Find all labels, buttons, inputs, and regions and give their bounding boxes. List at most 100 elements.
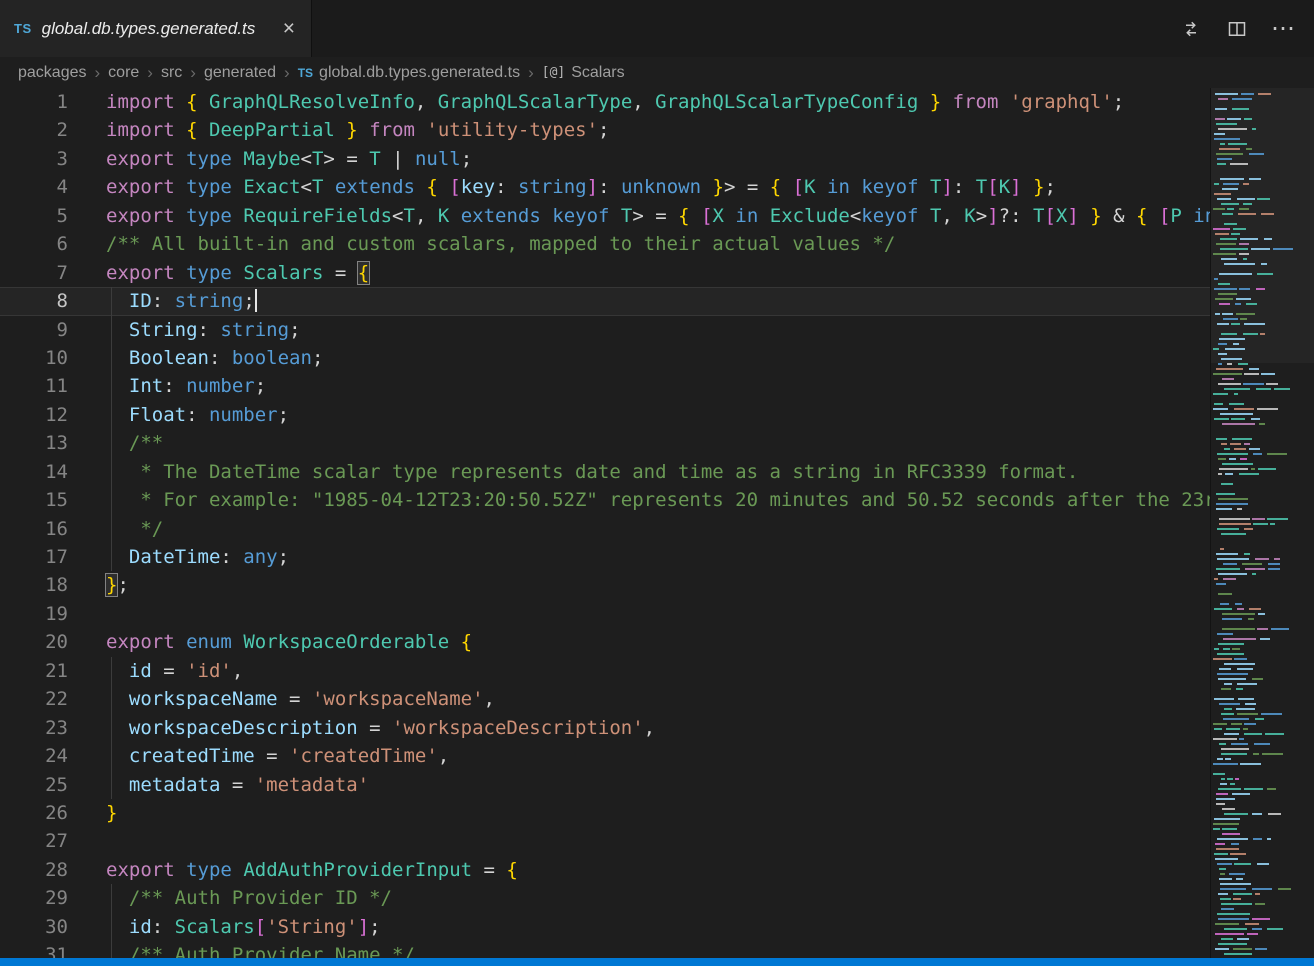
line-number[interactable]: 17 [0,543,68,571]
line-number[interactable]: 4 [0,173,68,201]
code-line[interactable]: 24 createdTime = 'createdTime', [0,742,1210,770]
breadcrumb-item-generated[interactable]: generated [204,64,276,82]
code-line[interactable]: 18}; [0,571,1210,599]
breadcrumb-label: generated [204,64,276,82]
code-line[interactable]: 6/** All built-in and custom scalars, ma… [0,230,1210,258]
code-token: extends [335,176,415,198]
code-line[interactable]: 7export type Scalars = { [0,259,1210,287]
code-token: export [106,859,175,881]
line-number[interactable]: 21 [0,657,68,685]
code-token: DateTime [129,546,221,568]
code-line[interactable]: 5export type RequireFields<T, K extends … [0,202,1210,230]
line-number[interactable]: 19 [0,600,68,628]
code-token: * For example: "1985-04-12T23:20:50.52Z"… [106,489,1210,511]
code-token: = [735,176,769,198]
line-number[interactable]: 22 [0,685,68,713]
code-line[interactable]: 31 /** Auth Provider Name */ [0,941,1210,958]
code-line[interactable]: 20export enum WorkspaceOrderable { [0,628,1210,656]
line-number[interactable]: 14 [0,458,68,486]
code-line[interactable]: 19 [0,600,1210,628]
code-token: K [438,205,449,227]
code-token: { [1136,205,1147,227]
code-line[interactable]: 27 [0,827,1210,855]
breadcrumb-item-src[interactable]: src [161,64,182,82]
code-token [106,916,129,938]
line-number[interactable]: 31 [0,941,68,958]
line-number[interactable]: 8 [0,287,68,315]
line-number[interactable]: 15 [0,486,68,514]
code-line[interactable]: 2import { DeepPartial } from 'utility-ty… [0,116,1210,144]
line-number[interactable]: 3 [0,145,68,173]
breadcrumb-item-global-db-types-generated-ts[interactable]: TSglobal.db.types.generated.ts [298,64,520,82]
code-token: { [678,205,689,227]
tab-global-db-types-generated-ts[interactable]: TS global.db.types.generated.ts × [0,0,312,57]
code-line[interactable]: 8 ID: string; [0,287,1210,315]
breadcrumb-item-scalars[interactable]: [@]Scalars [542,64,625,82]
line-number[interactable]: 27 [0,827,68,855]
code-line[interactable]: 16 */ [0,515,1210,543]
code-token [701,176,712,198]
line-number[interactable]: 28 [0,856,68,884]
code-line[interactable]: 17 DateTime: any; [0,543,1210,571]
code-line[interactable]: 29 /** Auth Provider ID */ [0,884,1210,912]
code-token: } [713,176,724,198]
editor-area: 1import { GraphQLResolveInfo, GraphQLSca… [0,88,1314,958]
breadcrumb-item-core[interactable]: core [108,64,139,82]
line-number[interactable]: 10 [0,344,68,372]
code-line[interactable]: 3export type Maybe<T> = T | null; [0,145,1210,173]
line-number[interactable]: 23 [0,714,68,742]
more-actions-icon[interactable]: ⋯ [1268,14,1298,44]
code-token: T [369,148,380,170]
line-number[interactable]: 11 [0,372,68,400]
code-line[interactable]: 30 id: Scalars['String']; [0,913,1210,941]
line-number[interactable]: 7 [0,259,68,287]
code-line[interactable]: 25 metadata = 'metadata' [0,771,1210,799]
code-line[interactable]: 26} [0,799,1210,827]
line-content: export type Maybe<T> = T | null; [68,145,1210,173]
split-editor-icon[interactable] [1222,14,1252,44]
code-token: { [461,631,472,653]
line-number[interactable]: 20 [0,628,68,656]
code-line[interactable]: 11 Int: number; [0,372,1210,400]
close-tab-icon[interactable]: × [281,18,297,39]
code-token: { [770,176,781,198]
line-number[interactable]: 29 [0,884,68,912]
code-line[interactable]: 9 String: string; [0,316,1210,344]
code-line[interactable]: 22 workspaceName = 'workspaceName', [0,685,1210,713]
line-number[interactable]: 2 [0,116,68,144]
line-number[interactable]: 25 [0,771,68,799]
code-token: : [198,319,221,341]
code-token [438,176,449,198]
code-line[interactable]: 21 id = 'id', [0,657,1210,685]
line-number[interactable]: 5 [0,202,68,230]
line-number[interactable]: 16 [0,515,68,543]
open-changes-icon[interactable] [1176,14,1206,44]
code-line[interactable]: 1import { GraphQLResolveInfo, GraphQLSca… [0,88,1210,116]
code-token: [ [449,176,460,198]
line-number[interactable]: 9 [0,316,68,344]
code-line[interactable]: 14 * The DateTime scalar type represents… [0,458,1210,486]
code-viewport[interactable]: 1import { GraphQLResolveInfo, GraphQLSca… [0,88,1210,958]
line-content: */ [68,515,1210,543]
line-number[interactable]: 18 [0,571,68,599]
code-line[interactable]: 13 /** [0,429,1210,457]
breadcrumb-item-packages[interactable]: packages [18,64,87,82]
code-token: type [186,148,232,170]
code-line[interactable]: 12 Float: number; [0,401,1210,429]
line-number[interactable]: 12 [0,401,68,429]
code-token: ] [941,176,952,198]
line-number[interactable]: 26 [0,799,68,827]
line-number[interactable]: 13 [0,429,68,457]
line-number[interactable]: 30 [0,913,68,941]
code-line[interactable]: 23 workspaceDescription = 'workspaceDesc… [0,714,1210,742]
line-number[interactable]: 6 [0,230,68,258]
code-line[interactable]: 28export type AddAuthProviderInput = { [0,856,1210,884]
line-content: metadata = 'metadata' [68,771,1210,799]
code-token: { [186,91,197,113]
code-line[interactable]: 4export type Exact<T extends { [key: str… [0,173,1210,201]
code-line[interactable]: 10 Boolean: boolean; [0,344,1210,372]
code-line[interactable]: 15 * For example: "1985-04-12T23:20:50.5… [0,486,1210,514]
minimap[interactable] [1210,88,1314,958]
line-number[interactable]: 24 [0,742,68,770]
line-number[interactable]: 1 [0,88,68,116]
